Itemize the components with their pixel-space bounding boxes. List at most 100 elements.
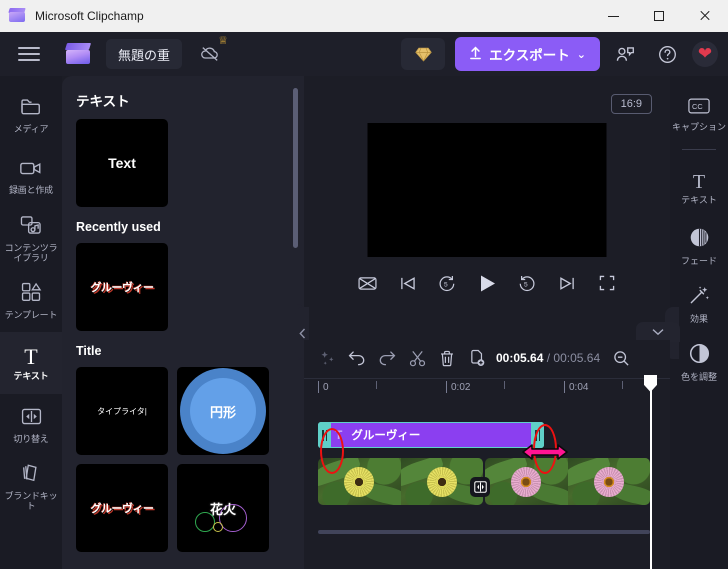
video-camera-icon [19,159,43,182]
text-preset-circle[interactable]: 円形 [177,367,269,455]
double-headed-arrow-icon [522,444,568,460]
window-maximize-button[interactable] [636,0,682,32]
export-label: エクスポート [489,48,570,63]
recently-used-grid: グルーヴィー [62,243,304,331]
rrail-item-label: テキスト [681,194,717,205]
sidebar-item-label: テキスト [13,370,49,381]
page-title: テキスト [76,94,130,109]
timeline-ruler[interactable]: 0 0:02 0:04 [304,378,670,400]
section-recently-used-title: Recently used [76,220,161,234]
video-clip-yellow-flowers[interactable] [318,458,483,505]
transition-icon [21,407,42,431]
sidebar-item-label: テンプレート [4,310,58,320]
window-title-bar: Microsoft Clipchamp [0,0,728,32]
text-library-panel: テキスト Text Recently used グルーヴィー Title タイプ… [62,76,304,569]
rrail-item-fade[interactable]: フェード [670,217,728,275]
question-circle-icon[interactable] [650,37,684,71]
thumb-label: グルーヴィー [90,503,155,515]
trim-handle-left[interactable] [318,422,331,448]
avatar[interactable]: ❤ [692,41,718,67]
window-close-button[interactable] [682,0,728,32]
split-button[interactable] [402,343,432,373]
rewind-5s-button[interactable]: 5 [436,272,458,294]
sidebar-item-media[interactable]: メディア [0,84,62,146]
undo-button[interactable] [342,343,372,373]
window-minimize-button[interactable] [590,0,636,32]
auto-compose-button[interactable] [312,343,342,373]
video-preview[interactable] [367,123,607,257]
text-preset-fireworks[interactable]: 花火 [177,464,269,552]
sidebar-item-brand-kit[interactable]: ブランドキット [0,456,62,518]
thumb-label: 花火 [209,501,236,517]
total-time: 00:05.64 [553,351,601,365]
svg-text:5: 5 [444,281,448,288]
brand-kit-icon [21,463,42,488]
cloud-off-icon[interactable]: ♕ [190,35,230,69]
captions-off-button[interactable] [356,272,378,294]
clipchamp-window: Microsoft Clipchamp 無題の重 ♕ エクスポート ⌄ ❤ メデ… [0,0,728,569]
sidebar-item-text[interactable]: T テキスト [0,332,62,394]
app-toolbar: 無題の重 ♕ エクスポート ⌄ ❤ [0,32,728,76]
rrail-item-captions[interactable]: CC キャプション [670,86,728,144]
text-clip-label: グルーヴィー [351,430,421,442]
sidebar-item-transitions[interactable]: 切り替え [0,394,62,456]
sidebar-item-label: コンテンツライブラリ [4,243,58,263]
video-clip-pink-flowers[interactable] [485,458,650,505]
export-button[interactable]: エクスポート ⌄ [455,37,600,71]
closed-caption-icon: CC [688,98,710,119]
magic-wand-icon [688,285,710,311]
premium-gem-button[interactable] [401,38,446,70]
hamburger-menu-icon[interactable] [6,32,52,76]
text-preset-typewriter[interactable]: タイプライタ [76,367,168,455]
play-button[interactable] [476,272,498,294]
fade-icon [689,227,710,253]
sidebar-item-templates[interactable]: テンプレート [0,270,62,332]
annotation-resize-arrow [522,444,568,460]
skip-previous-button[interactable] [396,272,418,294]
thumb-label: Text [108,155,136,171]
project-name-field[interactable]: 無題の重 [106,39,183,69]
library-scrollbar[interactable] [293,88,298,248]
forward-5s-button[interactable]: 5 [516,272,538,294]
section-title-title: Title [76,344,102,358]
text-default-grid: Text [62,119,304,207]
timeline-panel: 00:05.64 / 00:05.64 0 0:02 0:04 T グルーヴィー [304,340,670,569]
chevron-down-icon [652,329,664,336]
clapperboard-icon [8,7,27,25]
rrail-item-text[interactable]: T テキスト [670,159,728,217]
contrast-half-circle-icon [689,343,710,369]
redo-button[interactable] [372,343,402,373]
title-grid: タイプライタ 円形 グルーヴィー 花火 [62,367,304,552]
panel-collapse-chevron-button[interactable] [636,322,680,342]
text-clip[interactable]: T グルーヴィー [318,422,544,448]
rrail-item-label: フェード [680,255,717,266]
current-time: 00:05.64 [496,351,544,365]
timeline-toolbar: 00:05.64 / 00:05.64 [304,340,670,376]
ruler-label: 0:04 [569,382,589,393]
ruler-label: 0:02 [451,382,471,393]
sidebar-item-content-library[interactable]: コンテンツライブラリ [0,208,62,270]
chevron-left-icon [298,328,305,338]
aspect-ratio-button[interactable]: 16:9 [610,94,652,114]
magnifier-minus-icon [613,350,629,366]
folder-icon [20,97,42,121]
timeline-scrollbar[interactable] [318,530,650,534]
crown-icon: ♕ [218,35,229,47]
chevron-down-icon: ⌄ [576,48,586,61]
text-preset-groovy[interactable]: グルーヴィー [76,464,168,552]
delete-button[interactable] [432,343,462,373]
text-T-icon: T [335,428,343,442]
left-navigation-rail: メディア 録画と作成 コンテンツライブラリ テンプレート T テキスト 切り替え… [0,76,62,569]
fullscreen-button[interactable] [596,272,618,294]
share-people-icon[interactable] [608,37,642,71]
zoom-out-button[interactable] [606,343,636,373]
content-library-icon [20,215,42,240]
text-preset-groovy-recent[interactable]: グルーヴィー [76,243,168,331]
transition-badge-button[interactable] [470,477,490,497]
thumb-label: タイプライタ [97,406,147,417]
sidebar-item-record-create[interactable]: 録画と作成 [0,146,62,208]
text-preset-text[interactable]: Text [76,119,168,207]
skip-next-button[interactable] [556,272,578,294]
duplicate-button[interactable] [462,343,492,373]
svg-text:5: 5 [524,281,528,288]
